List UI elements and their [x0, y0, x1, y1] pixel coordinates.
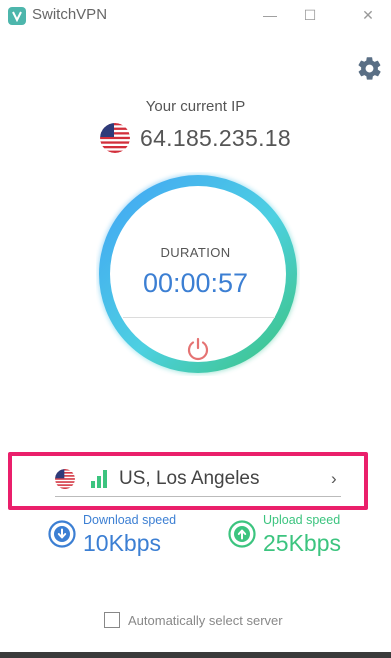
server-selector[interactable]: US, Los Angeles — [55, 465, 345, 493]
title-bar: SwitchVPN — ☐ ✕ — [0, 0, 391, 30]
bottom-edge — [0, 652, 391, 658]
maximize-button[interactable]: ☐ — [290, 2, 330, 28]
download-icon — [48, 520, 76, 548]
close-button[interactable]: ✕ — [348, 2, 388, 28]
chevron-right-icon[interactable]: › — [331, 469, 337, 489]
download-speed-value: 10Kbps — [83, 530, 162, 556]
us-flag-icon — [55, 469, 75, 489]
upload-speed-label: Upload speed — [263, 513, 341, 527]
duration-timer: 00:00:57 — [142, 268, 249, 298]
server-underline — [55, 496, 341, 497]
switchvpn-logo-icon — [8, 7, 26, 25]
auto-select-row[interactable]: Automatically select server — [104, 610, 283, 630]
upload-speed-value: 25Kbps — [263, 530, 342, 556]
ip-address: 64.185.235.18 — [140, 124, 291, 151]
power-button[interactable] — [184, 335, 212, 363]
upload-icon — [228, 520, 256, 548]
gear-icon[interactable] — [356, 55, 383, 82]
signal-strength-icon — [91, 470, 107, 488]
current-ip-label: Your current IP — [145, 98, 246, 115]
duration-label: DURATION — [160, 245, 231, 260]
us-flag-icon — [100, 123, 130, 153]
auto-select-label: Automatically select server — [128, 612, 283, 628]
auto-select-checkbox[interactable] — [104, 612, 120, 628]
app-title: SwitchVPN — [32, 6, 108, 23]
minimize-button[interactable]: — — [250, 2, 290, 28]
ring-divider — [123, 317, 275, 318]
download-speed-label: Download speed — [83, 513, 177, 527]
server-name: US, Los Angeles — [119, 468, 260, 489]
ip-row: 64.185.235.18 — [0, 120, 391, 156]
